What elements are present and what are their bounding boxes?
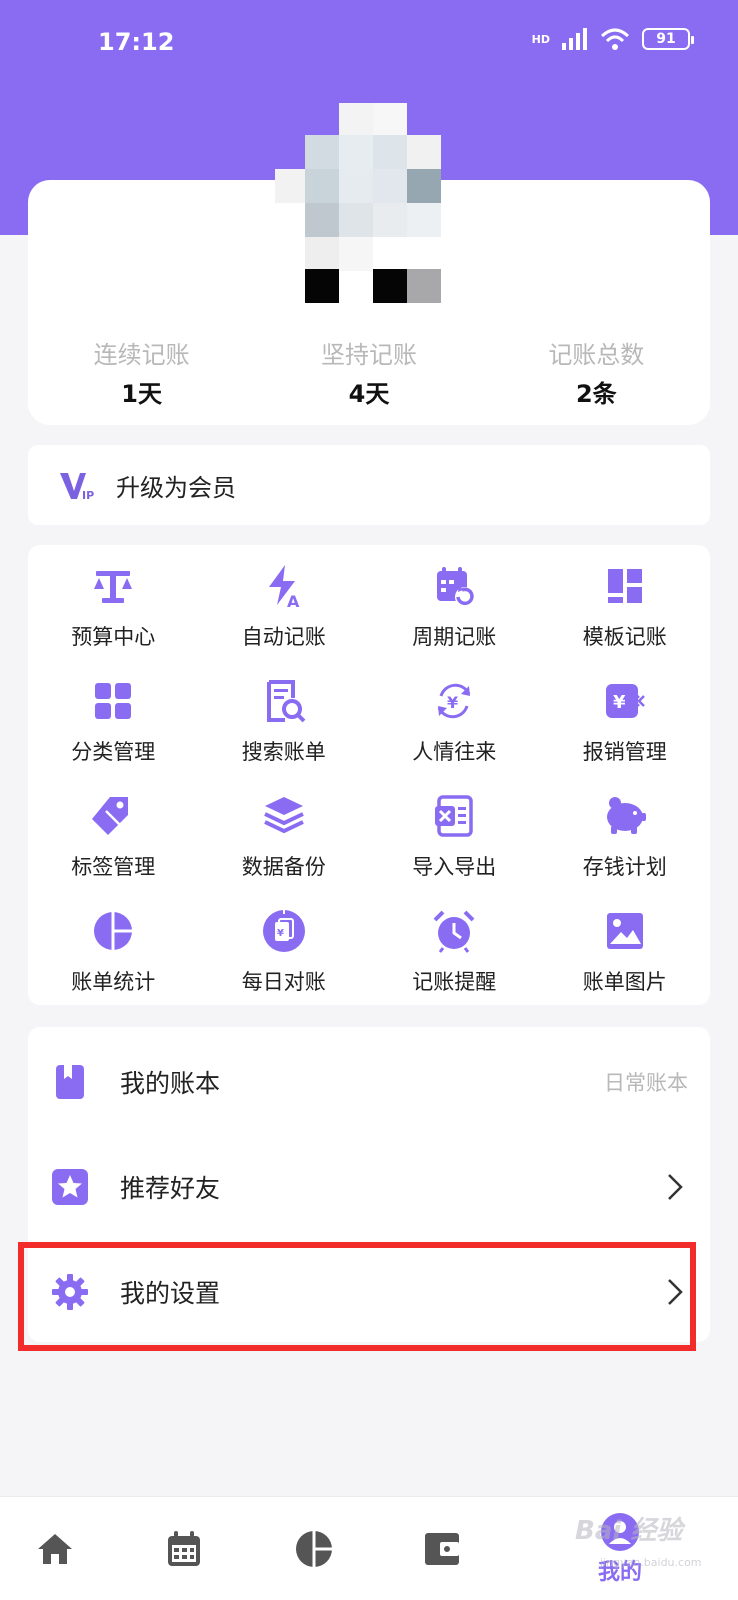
stats-row: 连续记账 1天 坚持记账 4天 记账总数 2条 <box>28 335 710 409</box>
feature-auto[interactable]: A 自动记账 <box>199 563 370 678</box>
vip-upgrade-row[interactable]: IP 升级为会员 <box>28 445 710 525</box>
svg-text:¥: ¥ <box>447 693 458 712</box>
stat-total: 记账总数 2条 <box>496 335 696 409</box>
ledger-row[interactable]: 我的账本 日常账本 <box>28 1032 710 1132</box>
status-bar: 17:12 HD 91 <box>0 0 738 90</box>
status-icons: HD 91 <box>531 28 694 50</box>
feature-bill-image[interactable]: 账单图片 <box>540 908 711 1023</box>
excel-icon <box>435 795 473 837</box>
piggy-bank-icon <box>606 797 646 834</box>
feature-label: 账单图片 <box>582 970 667 994</box>
gear-icon <box>52 1274 88 1310</box>
feature-label: 报销管理 <box>582 740 667 764</box>
reimburse-icon: ¥ <box>605 684 645 718</box>
nav-wallet[interactable] <box>382 1497 502 1600</box>
feature-social[interactable]: ¥ 人情往来 <box>369 678 540 793</box>
avatar[interactable] <box>275 103 445 308</box>
feature-label: 账单统计 <box>71 970 156 994</box>
ledger-value: 日常账本 <box>604 1071 688 1095</box>
star-icon <box>52 1169 88 1205</box>
pie-chart-icon <box>94 912 133 950</box>
stat-label: 记账总数 <box>548 341 645 369</box>
feature-label: 每日对账 <box>241 970 326 994</box>
calendar-icon <box>168 1531 200 1566</box>
feature-template[interactable]: 模板记账 <box>540 563 711 678</box>
status-time: 17:12 <box>98 28 175 56</box>
vip-icon: IP <box>60 473 94 502</box>
recommend-row[interactable]: 推荐好友 <box>28 1137 710 1237</box>
feature-label: 记账提醒 <box>412 970 497 994</box>
stat-consecutive: 连续记账 1天 <box>42 335 242 409</box>
lightning-icon: A <box>268 565 300 609</box>
feature-search[interactable]: 搜索账单 <box>199 678 370 793</box>
feature-label: 搜索账单 <box>241 740 326 764</box>
feature-budget[interactable]: 预算中心 <box>28 563 199 678</box>
search-bill-icon <box>266 680 306 723</box>
nav-home[interactable] <box>0 1497 115 1600</box>
feature-statistics[interactable]: 账单统计 <box>28 908 199 1023</box>
alarm-clock-icon <box>433 910 475 953</box>
nav-calendar[interactable] <box>124 1497 244 1600</box>
stat-value: 2条 <box>575 380 617 408</box>
scale-icon <box>94 571 133 603</box>
tag-icon <box>92 797 129 835</box>
feature-grid-card: 预算中心 A 自动记账 周期记账 模板记账 分类管理 搜索账单 ¥ 人情往来 ¥… <box>28 545 710 1005</box>
battery-indicator: 91 <box>642 28 694 50</box>
wallet-icon <box>425 1533 459 1565</box>
baidu-watermark-url: jingyan.baidu.com <box>600 1556 702 1569</box>
feature-label: 人情往来 <box>412 740 497 764</box>
feature-tags[interactable]: 标签管理 <box>28 793 199 908</box>
stat-label: 坚持记账 <box>320 341 417 369</box>
feature-label: 标签管理 <box>71 855 156 879</box>
stat-value: 1天 <box>121 380 162 408</box>
vip-label: 升级为会员 <box>116 473 236 502</box>
feature-label: 模板记账 <box>582 625 667 649</box>
exchange-icon: ¥ <box>437 683 471 719</box>
feature-backup[interactable]: 数据备份 <box>199 793 370 908</box>
feature-label: 自动记账 <box>241 625 326 649</box>
feature-label: 周期记账 <box>412 625 497 649</box>
feature-label: 存钱计划 <box>582 855 667 879</box>
category-grid-icon <box>95 683 132 719</box>
feature-label: 导入导出 <box>412 855 497 879</box>
stat-persist: 坚持记账 4天 <box>269 335 469 409</box>
feature-import-export[interactable]: 导入导出 <box>369 793 540 908</box>
svg-text:¥: ¥ <box>277 928 284 939</box>
template-icon <box>607 569 642 603</box>
nav-statistics[interactable] <box>254 1497 374 1600</box>
ledger-label: 我的账本 <box>120 1069 221 1098</box>
settings-list: 我的账本 日常账本 推荐好友 我的设置 <box>28 1027 710 1342</box>
feature-reimburse[interactable]: ¥ 报销管理 <box>540 678 711 793</box>
signal-icon <box>562 28 587 50</box>
network-label: HD <box>531 32 550 46</box>
image-icon <box>606 913 643 949</box>
svg-text:¥: ¥ <box>613 692 626 713</box>
baidu-watermark: Bai 经验 <box>575 1516 683 1546</box>
chevron-right-icon <box>668 1279 683 1305</box>
layers-icon <box>263 797 304 834</box>
feature-daily-check[interactable]: ¥ 每日对账 <box>199 908 370 1023</box>
calendar-cycle-icon <box>437 567 476 607</box>
book-icon <box>56 1065 84 1099</box>
svg-text:IP: IP <box>82 489 94 502</box>
feature-grid: 预算中心 A 自动记账 周期记账 模板记账 分类管理 搜索账单 ¥ 人情往来 ¥… <box>28 563 710 1023</box>
feature-label: 预算中心 <box>71 625 156 649</box>
feature-label: 数据备份 <box>241 855 326 879</box>
feature-reminder[interactable]: 记账提醒 <box>369 908 540 1023</box>
svg-text:A: A <box>287 592 300 609</box>
chevron-right-icon <box>668 1174 683 1200</box>
feature-savings[interactable]: 存钱计划 <box>540 793 711 908</box>
pie-chart-icon <box>296 1531 332 1567</box>
feature-label: 分类管理 <box>71 740 156 764</box>
feature-periodic[interactable]: 周期记账 <box>369 563 540 678</box>
recommend-label: 推荐好友 <box>120 1174 221 1203</box>
settings-row[interactable]: 我的设置 <box>28 1242 710 1342</box>
settings-label: 我的设置 <box>120 1279 221 1308</box>
home-icon <box>38 1534 72 1564</box>
daily-check-icon: ¥ <box>262 908 305 952</box>
feature-category[interactable]: 分类管理 <box>28 678 199 793</box>
wifi-icon <box>600 28 630 50</box>
stat-label: 连续记账 <box>93 341 190 369</box>
stat-value: 4天 <box>348 380 390 408</box>
